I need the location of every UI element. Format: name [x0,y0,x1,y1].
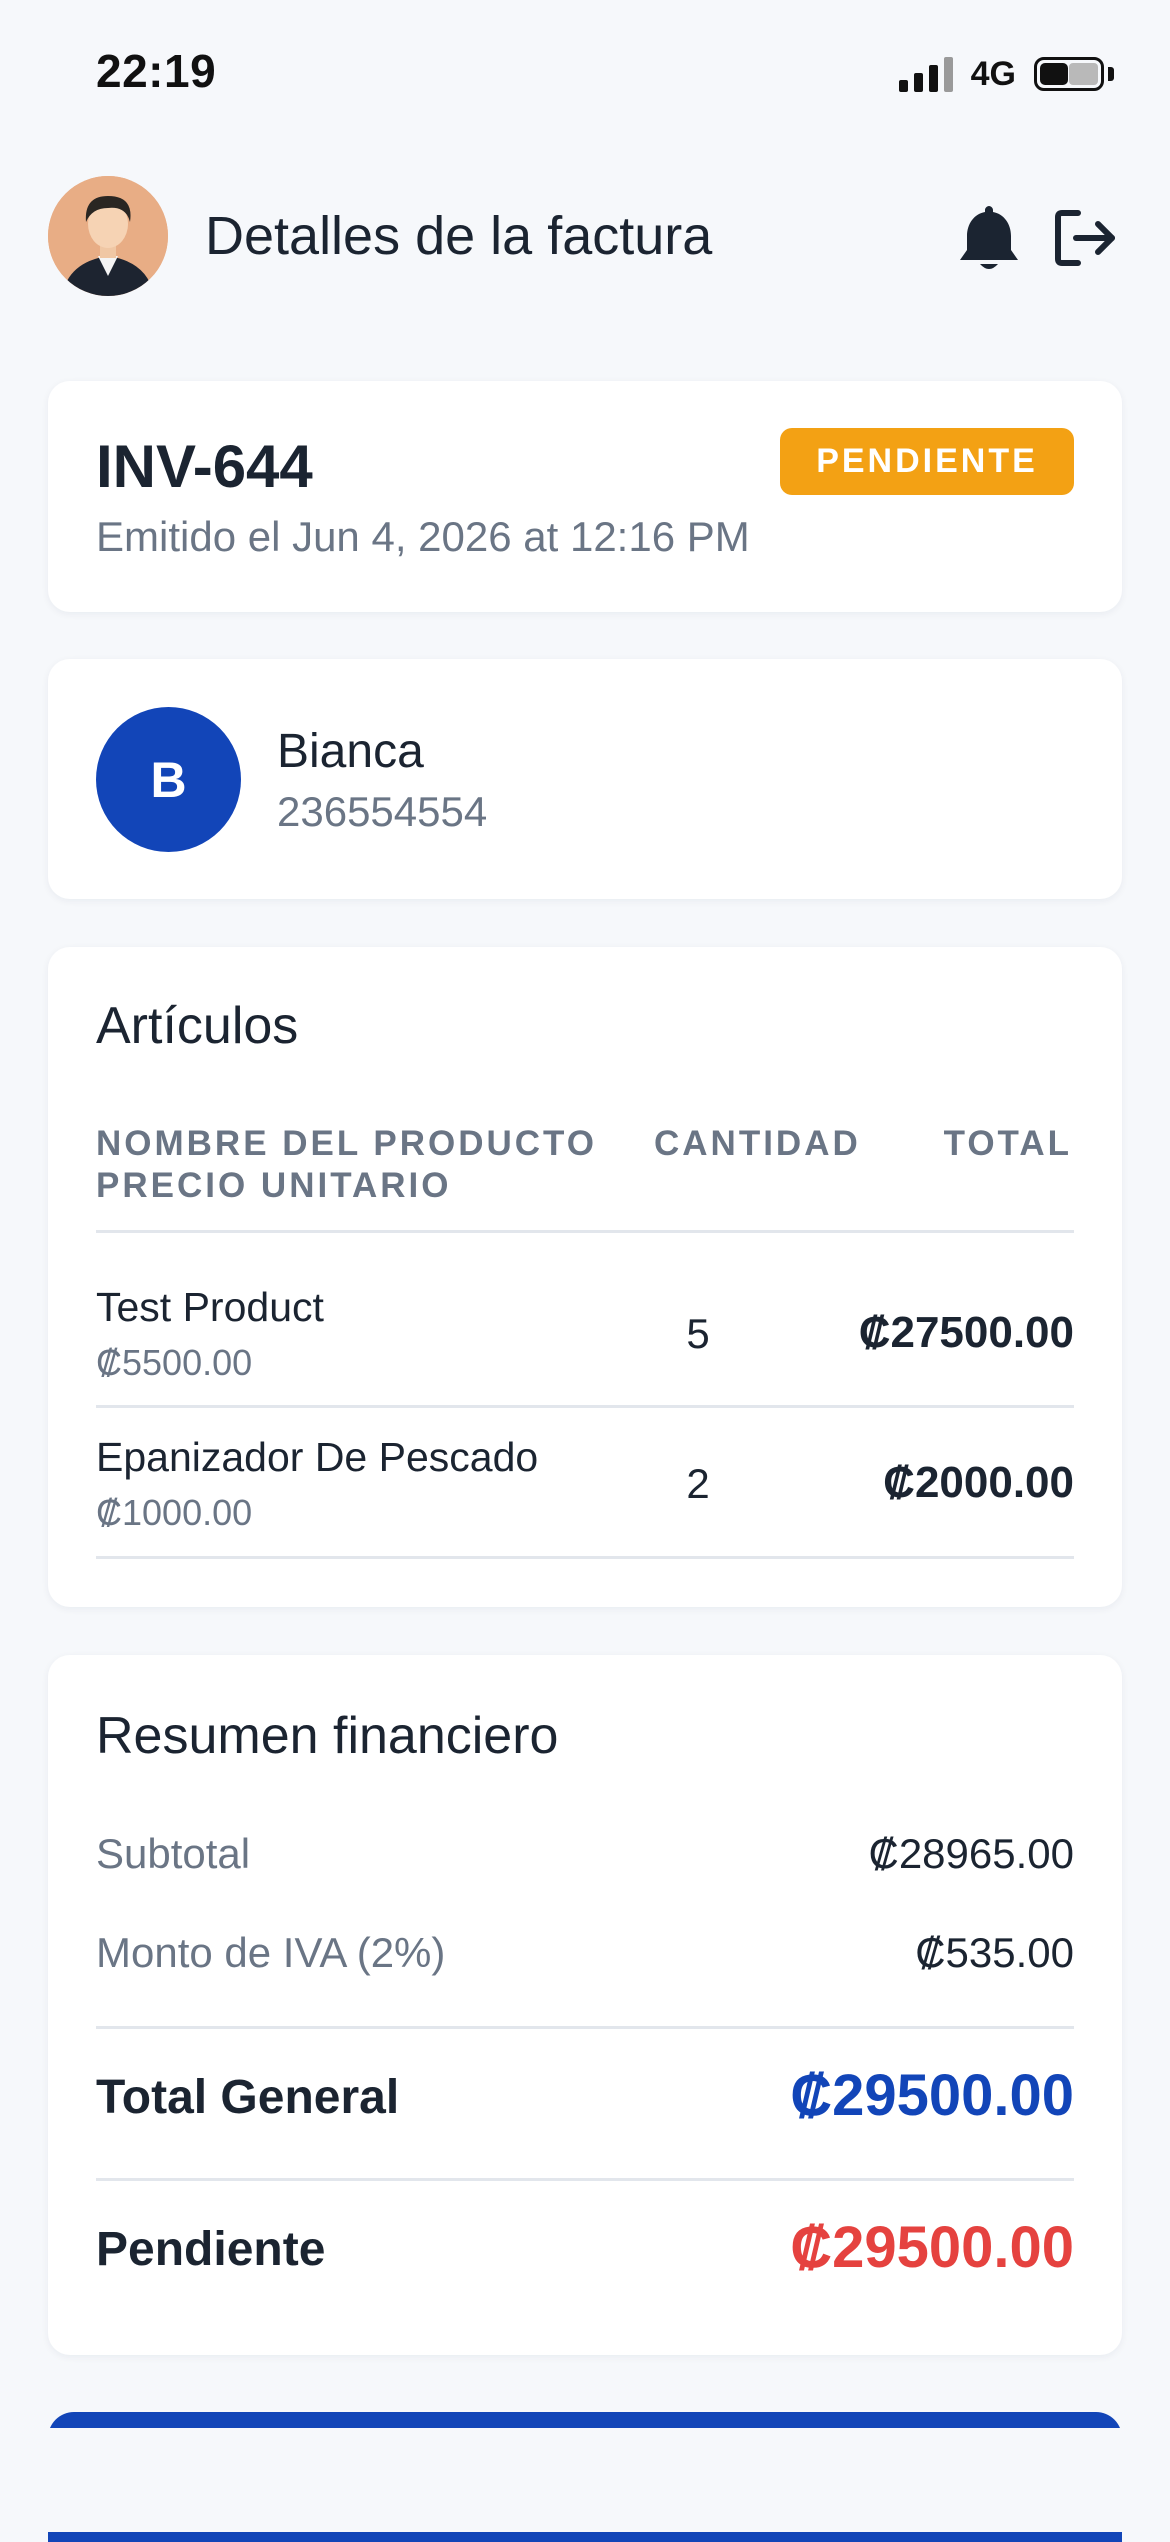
item-name: Epanizador De Pescado [96,1434,539,1480]
logout-icon[interactable] [1052,205,1118,271]
avatar-portrait [48,176,168,296]
item-quantity: 5 [686,1310,710,1357]
bell-icon[interactable] [956,202,1022,274]
client-name: Bianca [277,725,424,778]
item-unit-price: ₡1000.00 [96,1492,253,1533]
items-title: Artículos [96,997,299,1055]
tax-label: Monto de IVA (2%) [96,1929,446,1976]
summary-divider [96,2026,1074,2029]
column-product-name: NOMBRE DEL PRODUCTO [96,1124,598,1163]
signal-icon [898,56,953,92]
pending-label: Pendiente [96,2223,326,2276]
subtotal-label: Subtotal [96,1830,251,1877]
user-avatar[interactable] [48,176,168,296]
item-name: Test Product [96,1284,324,1330]
column-quantity: CANTIDAD [654,1124,861,1163]
item-quantity: 2 [686,1460,710,1507]
page-title: Detalles de la factura [205,206,713,266]
invoice-number: INV-644 [96,433,313,500]
status-time: 22:19 [96,45,217,97]
table-header-divider [96,1230,1074,1233]
summary-title: Resumen financiero [96,1707,559,1765]
item-unit-price: ₡5500.00 [96,1342,253,1383]
invoice-issued-date: Emitido el Jun 4, 2026 at 12:16 PM [96,513,750,560]
status-badge: PENDIENTE [780,428,1074,495]
summary-divider [96,2178,1074,2181]
table-row-divider [96,1556,1074,1559]
client-avatar: B [96,707,241,852]
client-phone: 236554554 [277,788,488,835]
column-total: TOTAL [943,1124,1072,1163]
battery-icon [1034,57,1104,91]
subtotal-value: ₡28965.00 [868,1830,1074,1877]
network-label: 4G [970,54,1016,93]
grand-total-value: ₡29500.00 [790,2063,1074,2128]
table-row-divider [96,1405,1074,1408]
grand-total-label: Total General [96,2071,400,2124]
tax-value: ₡535.00 [915,1929,1074,1976]
pending-value: ₡29500.00 [790,2215,1074,2280]
bottom-safe-area [0,2428,1170,2532]
item-total: ₡27500.00 [858,1308,1074,1357]
item-total: ₡2000.00 [883,1458,1074,1507]
column-unit-price: PRECIO UNITARIO [96,1166,452,1205]
status-indicators: 4G [898,52,1114,96]
battery-cap [1108,67,1114,81]
